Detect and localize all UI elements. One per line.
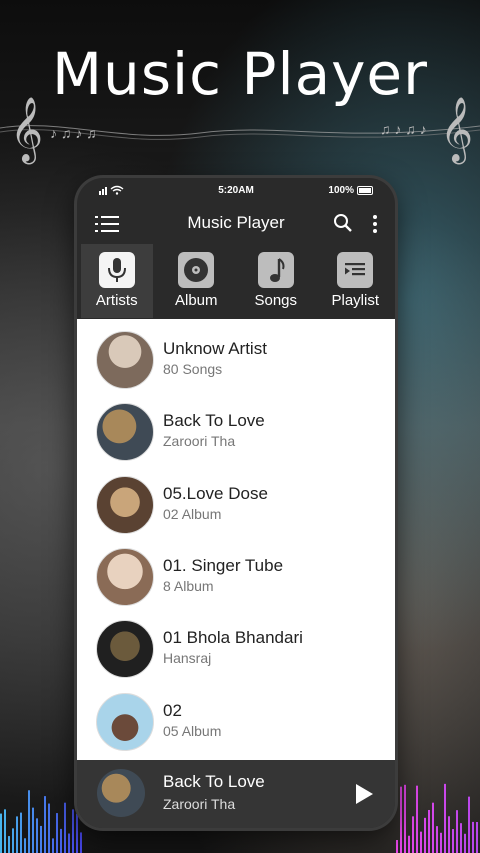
phone-frame: 5:20AM 100% Music Player Artists Album S…	[77, 178, 395, 828]
equalizer-bar	[20, 812, 22, 853]
equalizer-bar	[460, 823, 462, 853]
equalizer-bar	[452, 829, 454, 853]
list-item[interactable]: 02 05 Album	[77, 681, 395, 753]
artist-name: 02	[163, 701, 182, 720]
equalizer-bar	[0, 813, 2, 853]
avatar	[96, 693, 154, 751]
artist-name: Back To Love	[163, 411, 265, 430]
tab-songs[interactable]: Songs	[240, 244, 312, 318]
equalizer-bar	[432, 802, 434, 853]
tab-artists[interactable]: Artists	[80, 244, 153, 318]
equalizer-bar	[56, 813, 58, 853]
artist-name: 01. Singer Tube	[163, 556, 284, 575]
svg-text:♫ ♪ ♫ ♪: ♫ ♪ ♫ ♪	[380, 121, 427, 137]
equalizer-bar	[80, 832, 82, 853]
equalizer-bar	[468, 796, 470, 853]
equalizer-bar	[72, 809, 74, 853]
svg-text:𝄞: 𝄞	[440, 97, 473, 164]
equalizer-bar	[436, 826, 438, 853]
now-playing-bar[interactable]: Back To Love Zaroori Tha	[77, 760, 395, 828]
equalizer-bar	[48, 803, 50, 853]
equalizer-bar	[424, 817, 426, 853]
equalizer-bar	[12, 828, 14, 853]
tab-album[interactable]: Album	[160, 244, 232, 318]
equalizer-bar	[64, 802, 66, 853]
status-bar: 5:20AM 100%	[77, 178, 395, 202]
artist-name: 01 Bhola Bhandari	[163, 628, 303, 647]
list-item[interactable]: 05.Love Dose 02 Album	[77, 464, 395, 536]
artist-subtitle: 02 Album	[163, 506, 222, 522]
equalizer-bar	[52, 838, 54, 853]
battery-indicator: 100%	[328, 185, 373, 196]
artist-name: 05.Love Dose	[163, 484, 268, 503]
equalizer-bar	[60, 828, 62, 853]
tab-artists-label: Artists	[95, 292, 138, 309]
equalizer-bar	[16, 816, 18, 853]
list-item[interactable]: 01 Bhola Bhandari Hansraj	[77, 608, 395, 680]
avatar	[96, 331, 154, 389]
equalizer-bar	[68, 833, 70, 853]
equalizer-bar	[472, 821, 474, 853]
equalizer-bar	[400, 786, 402, 853]
avatar	[96, 620, 154, 678]
equalizer-bar	[8, 836, 10, 853]
artist-name: Unknow Artist	[163, 339, 267, 358]
music-notes-decoration: 𝄞 𝄞 ♪ ♫ ♪ ♫ ♫ ♪ ♫ ♪	[0, 97, 480, 164]
artist-subtitle: 80 Songs	[163, 361, 223, 377]
music-note-icon	[257, 252, 294, 288]
equalizer-bar	[448, 816, 450, 853]
avatar	[96, 403, 154, 461]
search-icon[interactable]	[333, 213, 353, 233]
artist-list: Unknow Artist 80 Songs Back To Love Zaro…	[77, 319, 395, 760]
list-item[interactable]: Back To Love Zaroori Tha	[77, 391, 395, 463]
disc-icon	[178, 252, 215, 288]
equalizer-bar	[428, 809, 430, 853]
equalizer-bar	[408, 835, 410, 853]
tab-playlist-label: Playlist	[331, 292, 379, 309]
list-item[interactable]: Unknow Artist 80 Songs	[77, 319, 395, 391]
equalizer-bar	[476, 821, 478, 853]
tab-bar: Artists Album Songs Playlist	[77, 244, 395, 318]
equalizer-bar	[440, 832, 442, 853]
tab-playlist[interactable]: Playlist	[319, 244, 391, 318]
equalizer-bar	[28, 790, 30, 853]
microphone-icon	[98, 252, 135, 288]
equalizer-bar	[24, 838, 26, 853]
artist-subtitle: 8 Album	[163, 578, 214, 594]
equalizer-bar	[464, 833, 466, 853]
artist-subtitle: Hansraj	[163, 650, 212, 666]
equalizer-bar	[444, 783, 446, 853]
now-playing-avatar	[97, 769, 145, 817]
list-item[interactable]: 01. Singer Tube 8 Album	[77, 536, 395, 608]
equalizer-bar	[36, 818, 38, 853]
equalizer-bar	[44, 796, 46, 853]
artist-subtitle: Zaroori Tha	[163, 433, 236, 449]
play-icon[interactable]	[353, 782, 375, 806]
equalizer-bar	[4, 809, 6, 853]
equalizer-bar	[40, 825, 42, 853]
tab-songs-label: Songs	[254, 292, 298, 309]
battery-icon	[357, 186, 373, 195]
equalizer-bar	[404, 784, 406, 853]
svg-text:𝄞: 𝄞	[10, 97, 43, 164]
app-bar: Music Player	[77, 204, 395, 244]
avatar	[96, 476, 154, 534]
equalizer-bar	[412, 816, 414, 853]
equalizer-bar	[32, 807, 34, 853]
playlist-icon	[337, 252, 374, 288]
artist-subtitle: 05 Album	[163, 723, 222, 739]
battery-percent: 100%	[328, 185, 354, 196]
svg-text:♪ ♫ ♪ ♫: ♪ ♫ ♪ ♫	[50, 125, 97, 141]
equalizer-bar	[396, 839, 398, 853]
now-playing-title: Back To Love	[163, 772, 265, 791]
equalizer-bar	[456, 810, 458, 853]
equalizer-bar	[416, 785, 418, 853]
more-options-icon[interactable]	[371, 213, 379, 235]
avatar	[96, 548, 154, 606]
equalizer-bar	[420, 831, 422, 853]
tab-album-label: Album	[174, 292, 218, 309]
now-playing-subtitle: Zaroori Tha	[163, 796, 236, 812]
